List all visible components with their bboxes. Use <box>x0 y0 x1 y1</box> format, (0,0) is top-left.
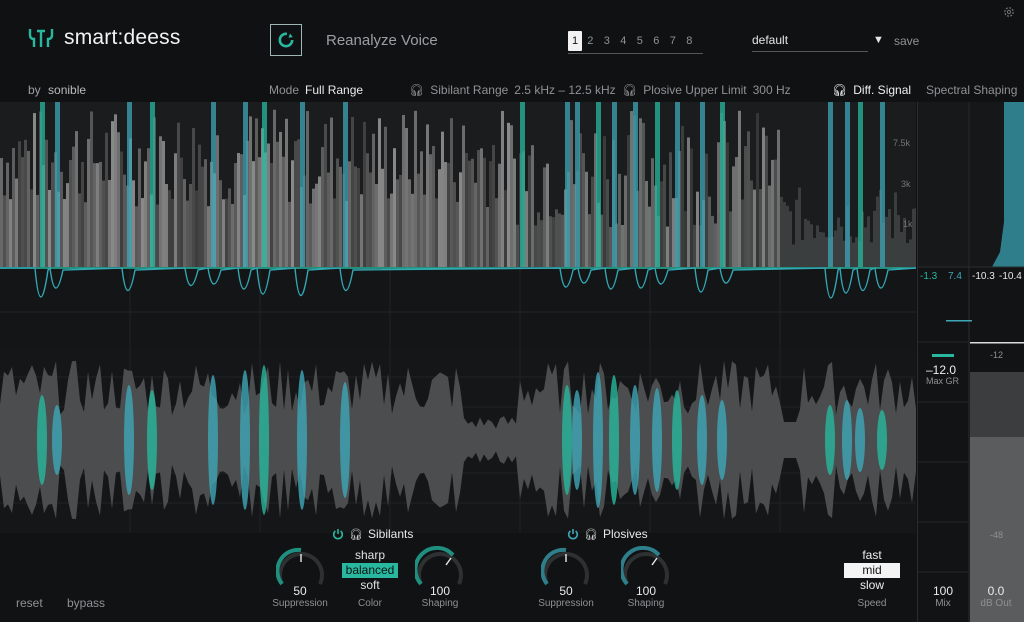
bypass-button[interactable]: bypass <box>67 596 105 610</box>
speed-selector: fast mid slow <box>844 548 900 593</box>
headphones-icon[interactable]: 🎧︎ <box>349 528 363 541</box>
speed-option-slow[interactable]: slow <box>844 578 900 593</box>
reset-button[interactable]: reset <box>16 596 43 610</box>
color-option-soft[interactable]: soft <box>342 578 398 593</box>
output-gain-label: dB Out <box>980 598 1012 609</box>
gain-reduction-display <box>0 267 916 347</box>
speed-option-mid[interactable]: mid <box>844 563 900 578</box>
speed-option-fast[interactable]: fast <box>844 548 900 563</box>
frequency-scale: 7.5k 3k 1k <box>893 102 913 267</box>
reanalyze-button[interactable] <box>270 24 302 56</box>
freq-label: 3k <box>901 179 911 189</box>
plosive-shaping-label: Shaping <box>627 598 665 609</box>
mode-value[interactable]: Full Range <box>305 83 363 97</box>
plosive-suppression-knob[interactable] <box>541 546 591 588</box>
color-option-balanced[interactable]: balanced <box>342 563 398 578</box>
color-option-sharp[interactable]: sharp <box>342 548 398 563</box>
power-icon[interactable] <box>332 528 344 540</box>
mix-value[interactable]: 100 <box>913 584 973 598</box>
sonible-logo-icon <box>28 29 54 47</box>
preset-slot-5[interactable]: 5 <box>632 31 649 51</box>
plosive-suppression-value: 50 <box>559 584 573 598</box>
sibilant-shaping-label: Shaping <box>421 598 459 609</box>
headphones-icon[interactable]: 🎧︎ <box>622 83 637 97</box>
output-level-right: -10.4 <box>999 271 1022 282</box>
plosive-shaping-knob[interactable] <box>621 546 671 588</box>
meter-scale-label: -12 <box>990 350 1004 360</box>
app-name: smart:deess <box>64 26 181 49</box>
speed-label: Speed <box>857 598 887 609</box>
preset-slot-7[interactable]: 7 <box>665 31 682 51</box>
power-icon[interactable] <box>567 528 579 540</box>
gr-sibilants-readout: -1.3 <box>920 271 938 282</box>
spectral-shaping-toggle[interactable]: Spectral Shaping <box>926 83 1017 97</box>
plosive-suppression-label: Suppression <box>538 598 594 609</box>
sibilant-suppression-knob[interactable] <box>276 546 326 588</box>
headphones-icon[interactable]: 🎧︎ <box>584 528 598 541</box>
diff-signal-toggle[interactable]: 🎧︎ Diff. Signal <box>832 83 911 97</box>
gr-plosives-readout: 7.4 <box>948 271 962 282</box>
brand-name: sonible <box>48 83 87 97</box>
plosive-limit-setting[interactable]: 🎧︎ Plosive Upper Limit 300 Hz <box>622 83 791 97</box>
preset-slot-1[interactable]: 1 <box>568 31 582 51</box>
plosive-limit-value[interactable]: 300 Hz <box>753 83 791 97</box>
sibilant-range-value[interactable]: 2.5 kHz – 12.5 kHz <box>514 83 615 97</box>
preset-slots: 12345678 <box>568 31 703 54</box>
gear-icon[interactable] <box>1003 6 1015 18</box>
preset-selector[interactable]: default <box>752 33 868 52</box>
preset-slot-8[interactable]: 8 <box>681 31 698 51</box>
preset-slot-4[interactable]: 4 <box>615 31 632 51</box>
preset-slot-3[interactable]: 3 <box>599 31 616 51</box>
refresh-icon <box>278 32 294 48</box>
output-level-left: -10.3 <box>972 271 995 282</box>
meter-scale-label: -48 <box>990 530 1004 540</box>
save-button[interactable]: save <box>894 34 919 48</box>
sibilants-header: 🎧︎ Sibilants <box>332 527 413 541</box>
max-gr-label: Max GR <box>926 376 960 386</box>
plosives-header: 🎧︎ Plosives <box>567 527 648 541</box>
freq-label: 7.5k <box>893 138 911 148</box>
plosive-shaping-value: 100 <box>635 584 657 598</box>
preset-slot-2[interactable]: 2 <box>582 31 599 51</box>
sibilant-color-label: Color <box>358 598 382 609</box>
max-gr-value[interactable]: –12.0 <box>926 363 956 377</box>
by-brand: by sonible <box>28 83 87 97</box>
reanalyze-label[interactable]: Reanalyze Voice <box>326 32 438 49</box>
sibilant-suppression-value: 50 <box>293 584 307 598</box>
sibilant-color-selector: sharp balanced soft <box>342 548 398 593</box>
preset-dropdown-icon[interactable]: ▼ <box>873 34 884 46</box>
output-gain-value[interactable]: 0.0 <box>966 584 1024 598</box>
spectrogram <box>0 102 916 267</box>
headphones-icon[interactable]: 🎧︎ <box>832 83 847 97</box>
waveform-display <box>0 347 916 533</box>
sibilant-shaping-value: 100 <box>429 584 451 598</box>
headphones-icon[interactable]: 🎧︎ <box>409 83 424 97</box>
app-logo: smart:deess <box>28 26 181 50</box>
sibilant-suppression-label: Suppression <box>272 598 328 609</box>
freq-label: 1k <box>903 219 913 229</box>
meter-graphics <box>918 102 1024 622</box>
sibilant-range-setting[interactable]: 🎧︎ Sibilant Range 2.5 kHz – 12.5 kHz <box>409 83 616 97</box>
mode-setting[interactable]: Mode Full Range <box>269 83 363 97</box>
preset-slot-6[interactable]: 6 <box>648 31 665 51</box>
sibilant-shaping-knob[interactable] <box>415 546 465 588</box>
